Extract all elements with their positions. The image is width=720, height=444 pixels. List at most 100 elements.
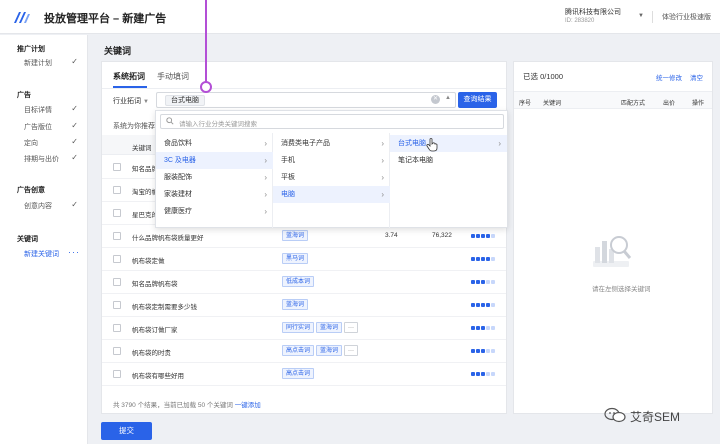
cascader-item[interactable]: 笔记本电脑 [390,152,507,169]
selected-industry-tag[interactable]: 台式电脑 [165,95,205,106]
table-row[interactable]: 知名品牌帆布袋 低成本词 [102,271,506,294]
clear-icon[interactable]: ✕ [431,95,440,104]
query-results-button[interactable]: 查询结果 [458,92,497,108]
chevron-right-icon: › [264,207,267,216]
keyword-tags: 蓝海词 [282,299,310,310]
sidebar-group-plan: 推广计划 [17,46,45,53]
row-checkbox[interactable] [113,163,121,171]
check-icon: ✓ [71,200,78,209]
sidebar-item-targeting[interactable]: 定向 ✓ [24,137,80,148]
keyword-tag: 蓝海词 [316,322,343,333]
sidebar-item-creative-content[interactable]: 创意内容 ✓ [24,200,80,211]
chevron-right-icon: › [264,190,267,199]
chevron-right-icon: › [381,190,384,199]
brand-logo-icon [14,12,30,23]
wechat-icon [604,407,626,423]
keyword-text: 什么品牌帆布袋质量更好 [132,235,204,242]
sidebar-item-target[interactable]: 目标详情 ✓ [24,104,80,115]
chevron-down-icon: ▼ [143,99,149,105]
check-icon: ✓ [71,137,78,146]
heat-level-bar [471,234,495,238]
row-checkbox[interactable] [113,278,121,286]
more-tags-button[interactable]: ··· [344,322,359,333]
table-row[interactable]: 帆布袋订做厂家 同行实词 蓝海词 ··· [102,317,506,340]
keyword-tags: 黑马词 [282,253,310,264]
sidebar-item-new-plan[interactable]: 新建计划 ✓ [24,57,80,68]
table-row[interactable]: 帆布袋有哪些好用 高点击词 [102,363,506,386]
row-checkbox[interactable] [113,232,121,240]
sidebar-group-keyword: 关键词 [17,236,38,243]
cascader-column-1: 食品饮料 › 3C 及电器 › 服装配饰 › 家装建材 › 健康医疗 › [156,133,273,228]
row-checkbox[interactable] [113,324,121,332]
cascader-item[interactable]: 服装配饰 › [156,169,273,186]
keyword-tags: 高点击词 蓝海词 ··· [282,345,360,356]
keyword-tags: 蓝海词 [282,230,310,241]
annotation-pointer-dot [200,81,212,93]
industry-filter-input[interactable]: 请输入行业分类关键词搜索 [160,114,504,129]
hand-cursor-icon [426,138,438,152]
cascader-item[interactable]: 平板 › [273,169,390,186]
cascader-item[interactable]: 电脑 › [273,186,390,203]
tab-manual-input[interactable]: 手动填词 [157,71,189,82]
batch-edit-link[interactable]: 统一修改 [656,72,682,82]
check-icon: ✓ [71,121,78,130]
sidebar-item-placement[interactable]: 广告版位 ✓ [24,121,80,132]
heat-level-bar [471,326,495,330]
column-header-action: 操作 [692,101,705,107]
sidebar-group-ad: 广告 [17,92,31,99]
clear-link[interactable]: 清空 [690,72,703,82]
column-header-index: 序号 [519,101,532,107]
row-checkbox[interactable] [113,186,121,194]
cascader-item[interactable]: 手机 › [273,152,390,169]
column-header-keyword: 关键词 [543,101,562,107]
more-tags-button[interactable]: ··· [344,345,359,356]
cascader-item[interactable]: 健康医疗 › [156,203,273,220]
chevron-right-icon: › [264,139,267,148]
cascader-item[interactable]: 食品饮料 › [156,135,273,152]
industry-search-input[interactable]: 台式电脑 ✕ ▲ [156,92,456,108]
table-row[interactable]: 什么品牌帆布袋质量更好 蓝海词 3.74 76,322 [102,225,506,248]
row-checkbox[interactable] [113,301,121,309]
cascader-column-2: 消费类电子产品 › 手机 › 平板 › 电脑 › [273,133,390,228]
chevron-right-icon: › [498,139,501,148]
divider [652,11,653,23]
sidebar-group-creative: 广告创意 [17,187,45,194]
heat-level-bar [471,280,495,284]
row-checkbox[interactable] [113,209,121,217]
submit-button[interactable]: 提交 [101,422,152,440]
add-all-link[interactable]: 一键添加 [235,402,261,409]
cascader-item[interactable]: 台式电脑 › [390,135,507,152]
chevron-up-icon[interactable]: ▲ [445,95,451,101]
column-header-keyword[interactable]: 关键词 [132,142,152,152]
page-title: 关键词 [104,46,132,56]
row-checkbox[interactable] [113,370,121,378]
table-row[interactable]: 帆布袋定做 黑马词 [102,248,506,271]
selected-count: 已选 0/1000 [523,72,564,81]
row-checkbox[interactable] [113,347,121,355]
sidebar-item-new-keyword[interactable]: 新建关键词 ··· [24,247,80,259]
industry-version-link[interactable]: 体验行业极速版 [662,12,711,22]
keyword-tag: 高点击词 [282,345,315,356]
column-header-match-type[interactable]: 匹配方式 [621,98,645,107]
check-icon: ✓ [71,104,78,113]
company-name[interactable]: 腾讯科技有限公司 [565,7,621,17]
chevron-down-icon[interactable]: ▼ [638,13,644,19]
table-row[interactable]: 帆布袋的时贵 高点击词 蓝海词 ··· [102,340,506,363]
search-icon [166,117,174,125]
expand-mode-select[interactable]: 行业拓词 ▼ [113,96,149,106]
sidebar-item-schedule-bid[interactable]: 排期与出价 ✓ [24,153,80,164]
column-header-bid[interactable]: 出价 [663,98,675,107]
keyword-tag: 蓝海词 [282,230,309,241]
cascader-item[interactable]: 3C 及电器 › [156,152,273,169]
industry-cascader-dropdown: 请输入行业分类关键词搜索 食品饮料 › 3C 及电器 › 服装配饰 › 家装建材 › 健… [155,110,508,228]
chevron-right-icon: › [264,156,267,165]
keyword-text: 帆布袋的时贵 [132,350,171,357]
chevron-right-icon: › [381,173,384,182]
table-row[interactable]: 帆布袋定制需要多少钱 蓝海词 [102,294,506,317]
watermark-text: 艾奇SEM [630,410,681,424]
cascader-item[interactable]: 家装建材 › [156,186,273,203]
selected-table-header: 序号 关键词 匹配方式 出价 操作 [514,91,712,109]
tab-system-expand[interactable]: 系统拓词 [113,71,145,82]
cascader-item[interactable]: 消费类电子产品 › [273,135,390,152]
row-checkbox[interactable] [113,255,121,263]
